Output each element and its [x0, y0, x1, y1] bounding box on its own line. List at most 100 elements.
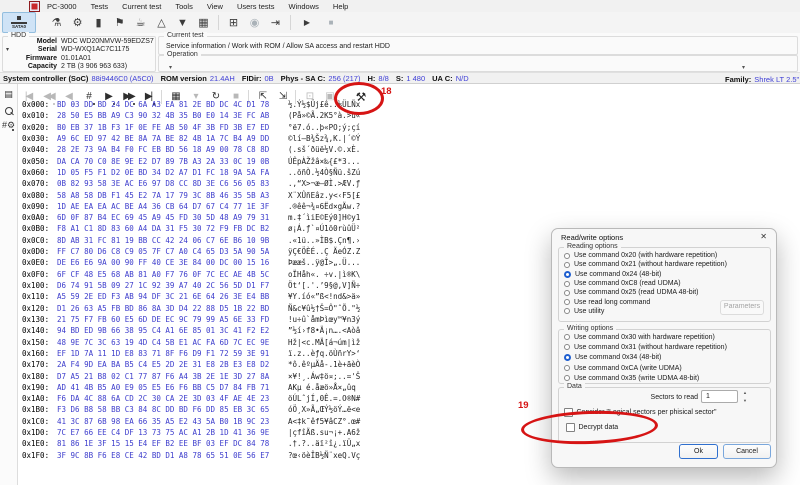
hex-row-address: 0x180:	[22, 371, 49, 382]
menu-help[interactable]: Help	[326, 2, 355, 11]
hex-row[interactable]: 0x130:21 75 F7 FB 60 E5 6D DE EC 9C 79 9…	[18, 314, 448, 325]
menu-tests[interactable]: Tests	[84, 2, 116, 11]
hex-row[interactable]: 0x020:B0 EB 37 1B F3 1F 0E FE AB 50 4F 3…	[18, 122, 448, 133]
hex-dump[interactable]: 0x000:BD 03 DD BD 24 DC 6A A3 EA 81 2E B…	[18, 99, 448, 461]
cancel-button[interactable]: Cancel	[723, 444, 771, 459]
radio-option-use-command-0xc8-read-udma-[interactable]: Use command 0xC8 (read UDMA)	[559, 279, 770, 288]
radio-selected-icon[interactable]	[564, 354, 571, 361]
checkbox-consider-logical-sectors-per-p[interactable]: Consider "Logical sectors per phisical s…	[564, 408, 716, 417]
checkbox-icon[interactable]	[566, 423, 575, 432]
radio-icon[interactable]	[564, 344, 570, 350]
goto-sector-icon[interactable]: #⚙	[0, 120, 17, 131]
hex-row[interactable]: 0x170:2A F4 9D EA BA B5 C4 E5 2D 2E 31 E…	[18, 359, 448, 370]
radio-icon[interactable]	[564, 308, 570, 314]
radio-selected-icon[interactable]	[564, 271, 571, 278]
radio-option-use-command-0x25-read-udma-48-bit-[interactable]: Use command 0x25 (read UDMA 48-bit)	[559, 288, 770, 297]
hex-row[interactable]: 0x010:28 50 E5 BB A9 C3 90 32 4B 35 B0 E…	[18, 110, 448, 121]
radio-option-use-command-0x20-with-hardware-repetitio[interactable]: Use command 0x20 (with hardware repetiti…	[559, 251, 770, 260]
power-icon[interactable]: ▮	[88, 14, 109, 32]
hex-row[interactable]: 0x040:28 2E 73 9A B4 F0 FC EB BD 56 18 A…	[18, 144, 448, 155]
filter-icon[interactable]: ▼	[172, 14, 193, 32]
hex-row[interactable]: 0x150:48 9E 7C 3C 63 19 4D C4 5B E1 AC F…	[18, 337, 448, 348]
hex-row[interactable]: 0x110:A5 59 2E ED F3 AB 94 DF 3C 21 6E 6…	[18, 291, 448, 302]
hex-row[interactable]: 0x1B0:F3 D6 B8 58 BB C3 84 8C DD BD F6 D…	[18, 404, 448, 415]
menu-windows[interactable]: Windows	[281, 2, 325, 11]
spinner-down-icon[interactable]: ▼	[741, 398, 749, 403]
radio-icon[interactable]	[564, 253, 570, 259]
menu-pc-3000[interactable]: PC-3000	[40, 2, 84, 11]
exit-icon[interactable]: ⇥	[265, 14, 286, 32]
hex-row[interactable]: 0x190:AD 41 4B B5 A0 E9 05 E5 E6 F6 BB C…	[18, 382, 448, 393]
radio-option-label: Use read long command	[574, 299, 650, 306]
checkbox-decrypt-data[interactable]: Decrypt data	[566, 423, 618, 432]
diagnostics-icon[interactable]: ⚗	[46, 14, 67, 32]
windows-cascade-icon[interactable]: ⊞	[223, 14, 244, 32]
sectors-to-read-input[interactable]: 1	[701, 390, 738, 403]
hex-row[interactable]: 0x0D0:FF C7 80 D6 C8 C9 05 7F C7 A0 C4 6…	[18, 246, 448, 257]
hex-row[interactable]: 0x1A0:F6 DA 4C 88 6A CD 2C 30 CA 2E 3D 0…	[18, 393, 448, 404]
hex-row[interactable]: 0x1F0:3F 9C 8B F6 E8 CE 42 BD D1 A8 78 6…	[18, 450, 448, 461]
radio-option-use-command-0x24-48-bit-[interactable]: Use command 0x24 (48-bit)	[559, 270, 770, 279]
operation-dropdown-right-icon[interactable]: ▾	[742, 64, 745, 71]
hex-row[interactable]: 0x0F0:6F CF 48 E5 68 AB 81 A0 F7 76 0F 7…	[18, 269, 448, 280]
operation-dropdown-icon[interactable]: ▾	[169, 64, 172, 71]
stop-icon[interactable]: ■	[319, 14, 343, 32]
radio-icon[interactable]	[564, 299, 570, 305]
menu-users-tests[interactable]: Users tests	[230, 2, 282, 11]
sata-port-button[interactable]: SATA0	[2, 12, 36, 33]
hex-row[interactable]: 0x090:1D AE EA EA AC BE A4 36 CB 64 D7 6…	[18, 201, 448, 212]
status-label: FIDir:	[242, 74, 262, 83]
hex-row[interactable]: 0x0B0:F8 A1 C1 8D 83 60 A4 DA 31 F5 30 7…	[18, 223, 448, 234]
checkbox-icon[interactable]	[564, 408, 573, 417]
hex-row-bytes: 3F 9C 8B F6 E8 CE 42 BD D1 A8 78 65 51 0…	[57, 450, 269, 461]
hex-row[interactable]: 0x1D0:7C E7 66 EE C4 DF 13 73 75 AC A1 2…	[18, 427, 448, 438]
sector-map-icon[interactable]: ▤	[0, 89, 17, 100]
hex-row[interactable]: 0x1E0:81 86 1E 3F 15 15 E4 EF B2 EE BF 0…	[18, 438, 448, 449]
spinner-up-icon[interactable]: ▲	[741, 390, 749, 395]
radio-option-label: Use command 0x20 (with hardware repetiti…	[574, 252, 717, 259]
hex-row[interactable]: 0x180:D7 A5 21 B8 02 C1 77 87 F6 A4 3B 2…	[18, 371, 448, 382]
menu-view[interactable]: View	[200, 2, 230, 11]
hex-row[interactable]: 0x060:1D 05 F5 F1 D2 0E BD 34 D2 A7 D1 F…	[18, 167, 448, 178]
hex-row[interactable]: 0x0C0:8D AB 31 FC 81 19 BB CC 42 24 06 C…	[18, 235, 448, 246]
menu-tools[interactable]: Tools	[168, 2, 200, 11]
hex-row[interactable]: 0x000:BD 03 DD BD 24 DC 6A A3 EA 81 2E B…	[18, 99, 448, 110]
menu-current-test[interactable]: Current test	[115, 2, 168, 11]
hex-row[interactable]: 0x1C0:41 3C 87 6B 98 EA 66 35 A5 E2 43 5…	[18, 416, 448, 427]
radio-option-use-command-0xca-write-udma-[interactable]: Use command 0xCA (write UDMA)	[559, 363, 770, 373]
radio-option-use-command-0x21-without-hardware-repeti[interactable]: Use command 0x21 (without hardware repet…	[559, 260, 770, 269]
radio-icon[interactable]	[564, 334, 570, 340]
radio-option-use-command-0x30-with-hardware-repetitio[interactable]: Use command 0x30 with hardware repetitio…	[559, 332, 770, 342]
parameters-button[interactable]: Parameters	[720, 300, 764, 315]
radio-icon[interactable]	[564, 262, 570, 268]
hex-row[interactable]: 0x030:A9 6C ED 97 42 BE 8A 7A BE 82 4B 1…	[18, 133, 448, 144]
hex-row[interactable]: 0x100:D6 74 91 5B 09 27 1C 92 39 A7 40 2…	[18, 280, 448, 291]
table-icon[interactable]: ▦	[193, 14, 214, 32]
radio-option-use-command-0x31-without-hardware-repeti[interactable]: Use command 0x31 (without hardware repet…	[559, 342, 770, 352]
hex-row[interactable]: 0x0A0:6D 0F 87 B4 EC 69 45 A9 45 FD 30 5…	[18, 212, 448, 223]
radio-option-use-command-0x35-write-udma-48-bit-[interactable]: Use command 0x35 (write UDMA 48-bit)	[559, 373, 770, 383]
utility-settings-icon[interactable]: ⚙	[67, 14, 88, 32]
ok-button[interactable]: Ok	[679, 444, 718, 459]
hex-row[interactable]: 0x050:DA CA 70 C0 8E 9E E2 D7 89 7B A3 2…	[18, 156, 448, 167]
utility-icon[interactable]: ☕	[130, 14, 151, 32]
hex-row[interactable]: 0x160:EF 1D 7A 11 1D E8 83 71 8F F6 D9 F…	[18, 348, 448, 359]
radio-icon[interactable]	[564, 290, 570, 296]
hex-row[interactable]: 0x140:94 BD ED 9B 66 38 95 C4 A1 6E 85 0…	[18, 325, 448, 336]
oscilloscope-icon[interactable]: △	[151, 14, 172, 32]
sectors-spinner[interactable]: ▲▼	[741, 390, 749, 403]
hex-row-bytes: 1D AE EA EA AC BE A4 36 CB 64 D7 67 C4 7…	[57, 201, 269, 212]
hex-row[interactable]: 0x070:0B 82 93 58 3E AC E6 97 D8 CC 8D 3…	[18, 178, 448, 189]
hex-row[interactable]: 0x120:D1 26 63 A5 FB BD 86 8A 3D D4 22 8…	[18, 303, 448, 314]
run-icon[interactable]: ▶	[295, 14, 319, 32]
close-icon[interactable]: ✕	[760, 232, 767, 241]
radio-icon[interactable]	[564, 375, 570, 381]
hex-row[interactable]: 0x0E0:DE E6 E6 9A 00 90 FF 40 CE 3E 84 0…	[18, 257, 448, 268]
search-icon[interactable]	[5, 107, 13, 115]
report-icon[interactable]: ⚑	[109, 14, 130, 32]
radio-option-use-command-0x34-48-bit-[interactable]: Use command 0x34 (48-bit)	[559, 353, 770, 363]
disks-icon[interactable]: ◉	[244, 14, 265, 32]
radio-icon[interactable]	[564, 281, 570, 287]
radio-icon[interactable]	[564, 365, 570, 371]
hex-row[interactable]: 0x080:58 A8 58 DB F1 45 E2 7A 17 79 3C 8…	[18, 190, 448, 201]
